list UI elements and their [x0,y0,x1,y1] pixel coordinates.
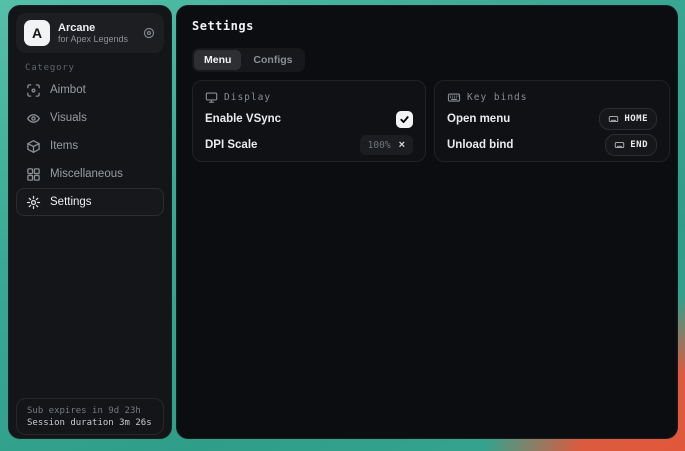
sidebar-item-settings[interactable]: Settings [16,188,164,216]
dpi-scale-label: DPI Scale [205,139,257,151]
brand-text: Arcane for Apex Legends [58,22,128,45]
sidebar-nav: Aimbot Visuals Items Miscellaneous [16,76,164,216]
sidebar: A Arcane for Apex Legends Category Aimbo… [8,5,172,439]
sidebar-item-aimbot[interactable]: Aimbot [16,76,164,104]
dpi-scale-row: DPI Scale 100% × [205,133,413,157]
clear-icon[interactable]: × [399,140,405,151]
vsync-checkbox[interactable] [396,111,413,128]
sidebar-item-label: Miscellaneous [50,168,123,180]
vsync-label: Enable VSync [205,113,281,125]
display-card-title: Display [224,92,271,103]
tab-menu[interactable]: Menu [194,50,241,70]
display-card-header: Display [205,89,413,105]
page-title: Settings [192,19,254,33]
session-duration-text: Session duration 3m 26s [27,418,153,428]
keyboard-icon [608,114,619,124]
open-menu-keybind[interactable]: HOME [599,108,657,130]
unload-bind-label: Unload bind [447,139,513,151]
unload-bind-keybind[interactable]: END [605,134,657,156]
sidebar-item-label: Settings [50,196,92,208]
unload-bind-row: Unload bind END [447,133,657,157]
open-menu-row: Open menu HOME [447,107,657,131]
app-subtitle: for Apex Legends [58,34,128,44]
category-label: Category [25,63,75,73]
open-menu-key: HOME [624,114,648,124]
sidebar-item-label: Items [50,140,78,152]
main-panel: Settings Menu Configs Display Enable VSy… [176,5,678,439]
sidebar-item-label: Aimbot [50,84,86,96]
sidebar-item-visuals[interactable]: Visuals [16,104,164,132]
unload-bind-key: END [630,140,648,150]
app-title: Arcane [58,22,128,35]
keyboard-icon [614,140,625,150]
crosshair-icon [26,83,41,98]
screen: A Arcane for Apex Legends Category Aimbo… [0,0,685,451]
keyboard-icon [447,91,461,104]
tab-bar: Menu Configs [192,48,305,72]
eye-icon [26,111,41,126]
keybinds-card: Key binds Open menu HOME Unload bind [434,80,670,162]
crosshair-circle-icon[interactable] [142,26,156,40]
box-icon [26,139,41,154]
vsync-row: Enable VSync [205,107,413,131]
app-logo: A [24,20,50,46]
sidebar-item-miscellaneous[interactable]: Miscellaneous [16,160,164,188]
keybinds-card-header: Key binds [447,89,657,105]
sub-expiry-text: Sub expires in 9d 23h [27,406,153,416]
monitor-icon [205,91,218,104]
subscription-status-card: Sub expires in 9d 23h Session duration 3… [16,398,164,435]
dpi-scale-input[interactable]: 100% × [360,135,413,155]
check-icon [399,114,410,125]
keybinds-card-title: Key binds [467,92,527,103]
sidebar-item-label: Visuals [50,112,87,124]
dpi-scale-value: 100% [368,140,391,151]
brand-card: A Arcane for Apex Legends [16,13,164,53]
gear-icon [26,195,41,210]
display-card: Display Enable VSync DPI Scale 100% × [192,80,426,162]
sidebar-item-items[interactable]: Items [16,132,164,160]
tab-configs[interactable]: Configs [243,50,302,70]
settings-cards: Display Enable VSync DPI Scale 100% × [192,80,670,162]
grid-icon [26,167,41,182]
open-menu-label: Open menu [447,113,510,125]
